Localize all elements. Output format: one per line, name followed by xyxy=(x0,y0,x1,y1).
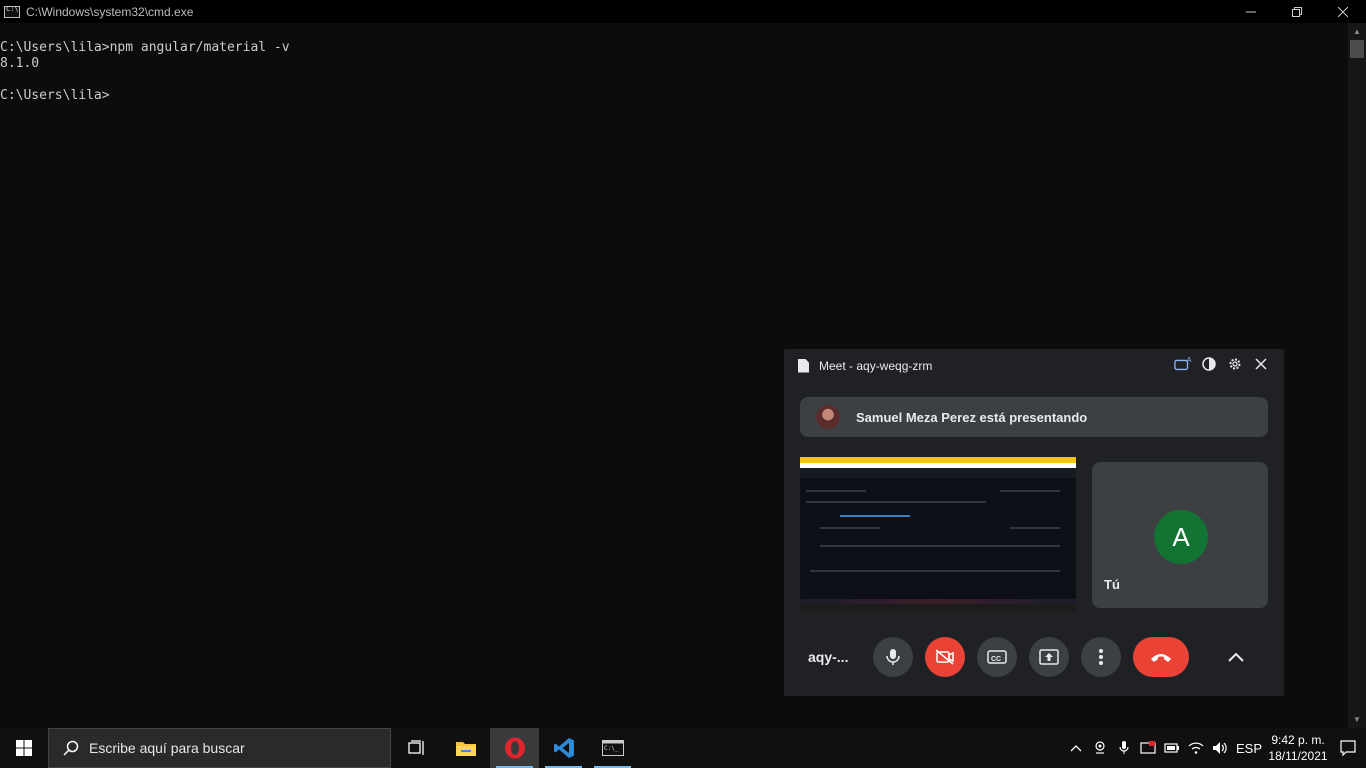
folder-icon xyxy=(455,742,476,756)
task-view-icon xyxy=(407,740,424,755)
window-titlebar: C:\Windows\system32\cmd.exe xyxy=(0,0,1366,23)
expand-button[interactable] xyxy=(1216,637,1256,677)
close-icon xyxy=(1338,6,1348,17)
language-indicator[interactable]: ESP xyxy=(1232,728,1266,768)
taskbar-file-explorer[interactable] xyxy=(441,728,490,768)
more-vert-icon xyxy=(1099,649,1103,665)
camera-off-button[interactable] xyxy=(925,637,965,677)
svg-text:A: A xyxy=(1187,356,1192,364)
console-line: C:\Users\lila> xyxy=(0,88,110,103)
content-line xyxy=(820,545,1060,547)
maximize-button[interactable] xyxy=(1274,0,1320,23)
system-tray: ESP 9:42 p. m. 18/11/2021 xyxy=(1064,728,1366,768)
clock-time: 9:42 p. m. xyxy=(1271,733,1325,747)
content-line xyxy=(840,515,910,517)
notification-icon xyxy=(1340,740,1356,756)
presenter-avatar xyxy=(816,405,840,429)
content-line xyxy=(820,527,880,529)
console-line: 8.1.0 xyxy=(0,56,40,71)
minimize-icon xyxy=(1246,11,1256,12)
more-options-button[interactable] xyxy=(1081,637,1121,677)
present-screen-icon xyxy=(1039,649,1059,665)
search-icon xyxy=(63,740,79,756)
meet-controls: aqy-... CC xyxy=(784,637,1284,677)
closed-captions-icon: CC xyxy=(987,650,1007,664)
chevron-up-icon xyxy=(1228,652,1244,662)
captions-button[interactable]: CC xyxy=(977,637,1017,677)
close-icon[interactable] xyxy=(1252,355,1270,373)
document-icon xyxy=(798,358,809,373)
microphone-icon[interactable] xyxy=(1112,728,1136,768)
self-video-tile[interactable]: A Tú xyxy=(1092,462,1268,608)
clock[interactable]: 9:42 p. m. 18/11/2021 xyxy=(1266,732,1330,764)
clock-date: 18/11/2021 xyxy=(1268,749,1328,763)
taskbar-opera[interactable] xyxy=(490,728,539,768)
gear-icon[interactable] xyxy=(1226,355,1244,373)
windows-taskbar: Escribe aquí para buscar C:\_ ESP 9:42 p… xyxy=(0,728,1366,768)
window-controls xyxy=(1228,0,1366,23)
end-call-icon xyxy=(1151,654,1171,662)
meeting-code[interactable]: aqy-... xyxy=(808,649,848,665)
presenting-banner: Samuel Meza Perez está presentando xyxy=(800,397,1268,437)
content-line xyxy=(806,501,986,503)
terminal-icon: C:\_ xyxy=(601,740,624,756)
search-placeholder: Escribe aquí para buscar xyxy=(89,740,245,756)
scroll-thumb[interactable] xyxy=(1350,40,1364,58)
screen-share-icon[interactable] xyxy=(1136,728,1160,768)
microphone-icon xyxy=(886,649,900,665)
meet-title: Meet - aqy-weqg-zrm xyxy=(819,358,933,373)
chevron-up-icon[interactable] xyxy=(1064,728,1088,768)
self-label: Tú xyxy=(1104,577,1120,592)
cmd-icon xyxy=(4,5,20,18)
restore-icon xyxy=(1292,6,1302,17)
svg-text:CC: CC xyxy=(991,656,1001,663)
pip-icon[interactable]: A xyxy=(1174,355,1192,373)
meet-pip-window: Meet - aqy-weqg-zrm A Samuel Meza Perez … xyxy=(784,349,1284,696)
taskbar-vscode[interactable] xyxy=(539,728,588,768)
avatar: A xyxy=(1154,510,1208,564)
webcam-icon[interactable] xyxy=(1088,728,1112,768)
content-line xyxy=(1010,527,1060,529)
console-line: C:\Users\lila>npm angular/material -v xyxy=(0,40,290,55)
contrast-icon[interactable] xyxy=(1200,355,1218,373)
minimize-button[interactable] xyxy=(1228,0,1274,23)
notifications-button[interactable] xyxy=(1330,728,1366,768)
window-title: C:\Windows\system32\cmd.exe xyxy=(26,4,194,19)
meet-header: Meet - aqy-weqg-zrm A xyxy=(784,349,1284,382)
windows-logo-icon xyxy=(16,740,32,756)
start-button[interactable] xyxy=(0,728,48,768)
volume-icon[interactable] xyxy=(1208,728,1232,768)
close-button[interactable] xyxy=(1320,0,1366,23)
content-line xyxy=(1000,490,1060,492)
vscode-icon xyxy=(553,738,574,758)
taskbar-cmd[interactable]: C:\_ xyxy=(588,728,637,768)
content-line xyxy=(810,570,1060,572)
scroll-up-icon[interactable]: ▲ xyxy=(1348,23,1366,40)
camera-off-icon xyxy=(935,649,954,665)
wifi-icon[interactable] xyxy=(1184,728,1208,768)
vertical-scrollbar[interactable]: ▲ ▼ xyxy=(1348,23,1366,728)
task-view-button[interactable] xyxy=(392,728,441,768)
end-call-button[interactable] xyxy=(1133,637,1189,677)
content-line xyxy=(806,490,866,492)
microphone-button[interactable] xyxy=(873,637,913,677)
scroll-down-icon[interactable]: ▼ xyxy=(1348,711,1366,728)
opera-icon xyxy=(504,737,525,759)
svg-text:C:\_: C:\_ xyxy=(604,745,619,752)
present-screen-button[interactable] xyxy=(1029,637,1069,677)
presenting-text: Samuel Meza Perez está presentando xyxy=(856,409,1088,425)
shared-screen[interactable] xyxy=(800,457,1076,612)
taskbar-search[interactable]: Escribe aquí para buscar xyxy=(48,728,391,768)
battery-icon[interactable] xyxy=(1160,728,1184,768)
